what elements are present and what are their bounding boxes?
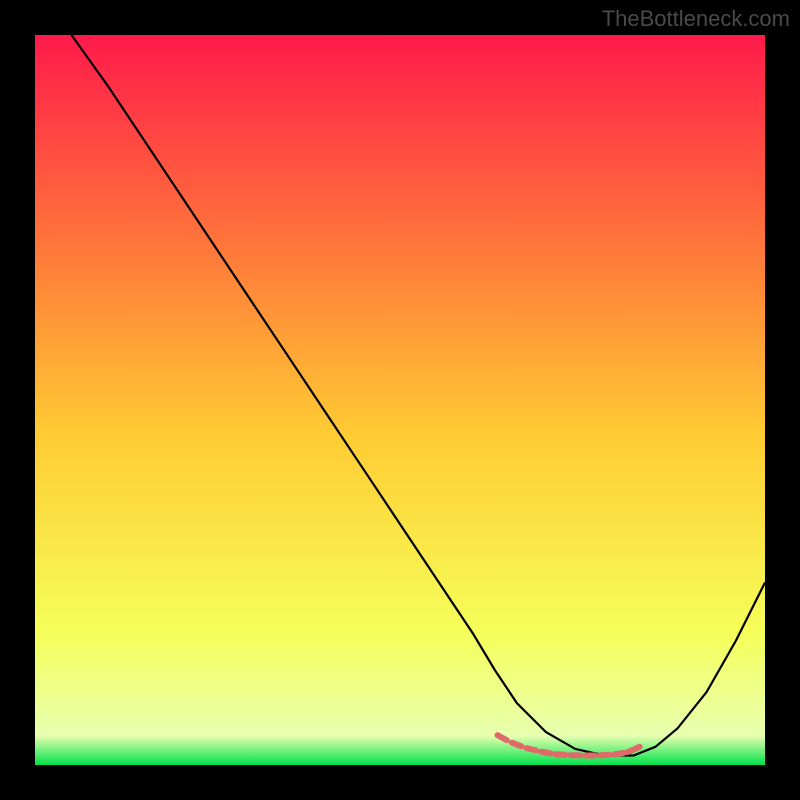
dash-segment: [635, 747, 640, 749]
dash-segment: [512, 743, 521, 747]
dash-segment: [556, 754, 565, 755]
chart-svg: [35, 35, 765, 765]
chart-plot-area: [35, 35, 765, 765]
watermark-text: TheBottleneck.com: [602, 6, 790, 32]
dash-segment: [600, 755, 609, 756]
dash-segment: [541, 752, 550, 754]
gradient-background: [35, 35, 765, 765]
dash-segment: [614, 753, 623, 754]
dash-segment: [628, 750, 633, 752]
dash-segment: [527, 748, 536, 750]
